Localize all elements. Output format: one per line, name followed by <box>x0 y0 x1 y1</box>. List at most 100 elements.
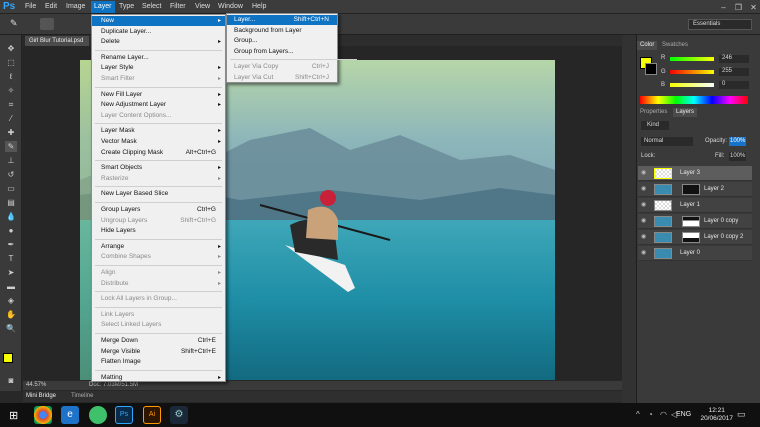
red-value-input[interactable]: 246 <box>719 55 749 63</box>
gradient-tool-icon[interactable]: ▤ <box>5 197 17 208</box>
menu-help[interactable]: Help <box>252 3 266 10</box>
restore-icon[interactable]: ❐ <box>734 3 743 12</box>
color-panel-background-swatch[interactable] <box>645 63 657 75</box>
shape-tool-icon[interactable]: ▬ <box>5 281 17 292</box>
dodge-tool-icon[interactable]: ● <box>5 225 17 236</box>
type-tool-icon[interactable]: T <box>5 253 17 264</box>
chrome-icon[interactable] <box>34 406 52 424</box>
3d-tool-icon[interactable]: ◈ <box>5 295 17 306</box>
pen-tool-icon[interactable]: ✒ <box>5 239 17 250</box>
menu-item-smart-objects[interactable]: Smart Objects ▸ <box>92 163 225 173</box>
menu-item-group-from-layers[interactable]: Group from Layers... <box>227 47 337 57</box>
menu-view[interactable]: View <box>195 3 210 10</box>
menu-item-smart-filter[interactable]: Smart Filter ▸ <box>92 74 225 84</box>
menu-edit[interactable]: Edit <box>45 3 57 10</box>
layer-row[interactable]: ◉ Layer 0 copy <box>638 214 752 229</box>
network-icon[interactable]: ◔ <box>648 410 653 419</box>
blur-tool-icon[interactable]: 💧 <box>5 211 17 222</box>
tab-color[interactable]: Color <box>637 41 658 50</box>
visibility-eye-icon[interactable]: ◉ <box>641 201 649 209</box>
menu-type[interactable]: Type <box>119 3 134 10</box>
menu-item-duplicate-layer[interactable]: Duplicate Layer... <box>92 27 225 37</box>
photoshop-taskbar-icon[interactable]: Ps <box>115 406 133 424</box>
brush-tool-icon[interactable]: ✎ <box>5 141 17 152</box>
visibility-eye-icon[interactable]: ◉ <box>641 233 649 241</box>
workspace-switcher[interactable]: Essentials <box>688 19 752 30</box>
menu-item-flatten-image[interactable]: Flatten Image <box>92 357 225 367</box>
fill-input[interactable]: 100% <box>729 152 746 161</box>
path-selection-tool-icon[interactable]: ➤ <box>5 267 17 278</box>
eyedropper-tool-icon[interactable]: ⁄ <box>5 113 17 124</box>
menu-item-rename-layer[interactable]: Rename Layer... <box>92 53 225 63</box>
menu-item-vector-mask[interactable]: Vector Mask ▸ <box>92 137 225 147</box>
minimize-icon[interactable]: – <box>719 3 728 12</box>
layer-filter-kind[interactable]: Kind <box>641 121 669 130</box>
illustrator-taskbar-icon[interactable]: Ai <box>143 406 161 424</box>
menu-item-layer-style[interactable]: Layer Style ▸ <box>92 63 225 73</box>
tab-properties[interactable]: Properties <box>637 108 670 117</box>
blend-mode-select[interactable]: Normal <box>641 137 693 146</box>
color-ramp[interactable] <box>640 96 748 104</box>
menu-item-merge-down[interactable]: Merge Down Ctrl+E <box>92 336 225 346</box>
menu-file[interactable]: File <box>25 3 36 10</box>
menu-item-group-layers[interactable]: Group Layers Ctrl+G <box>92 205 225 215</box>
menu-item-create-clipping-mask[interactable]: Create Clipping Mask Alt+Ctrl+G <box>92 148 225 158</box>
hand-tool-icon[interactable]: ✋ <box>5 309 17 320</box>
zoom-tool-icon[interactable]: 🔍 <box>5 323 17 334</box>
tab-timeline[interactable]: Timeline <box>71 393 93 399</box>
crop-tool-icon[interactable]: ⌗ <box>5 99 17 110</box>
document-tab[interactable]: Girl Blur Tutorial.psd <box>25 36 89 46</box>
menu-item-combine-shapes[interactable]: Combine Shapes ▸ <box>92 252 225 262</box>
menu-item-select-linked-layers[interactable]: Select Linked Layers <box>92 320 225 330</box>
menu-layer[interactable]: Layer <box>91 1 115 13</box>
tab-layers[interactable]: Layers <box>673 108 698 117</box>
menu-item-new-fill-layer[interactable]: New Fill Layer ▸ <box>92 90 225 100</box>
menu-item-layer-via-copy[interactable]: Layer Via Copy Ctrl+J <box>227 62 337 72</box>
menu-filter[interactable]: Filter <box>170 3 186 10</box>
foreground-color-swatch[interactable] <box>3 353 13 363</box>
lasso-tool-icon[interactable]: ℓ <box>5 71 17 82</box>
menu-item-group[interactable]: Group... <box>227 36 337 46</box>
zoom-level[interactable]: 44.57% <box>26 382 46 388</box>
internet-explorer-icon[interactable]: e <box>61 406 79 424</box>
menu-item-new[interactable]: New ▸ <box>92 16 225 26</box>
menu-item-hide-layers[interactable]: Hide Layers <box>92 226 225 236</box>
tray-chevron-icon[interactable]: ^ <box>636 410 640 419</box>
layer-row[interactable]: ◉ Layer 0 <box>638 246 752 261</box>
menu-item-align[interactable]: Align ▸ <box>92 268 225 278</box>
menu-item-layer[interactable]: Layer... Shift+Ctrl+N <box>227 15 337 25</box>
history-brush-tool-icon[interactable]: ↺ <box>5 169 17 180</box>
green-value-input[interactable]: 255 <box>719 68 749 76</box>
clone-stamp-tool-icon[interactable]: ⊥ <box>5 155 17 166</box>
move-tool-icon[interactable]: ✥ <box>5 43 17 54</box>
green-slider[interactable] <box>670 70 714 74</box>
visibility-eye-icon[interactable]: ◉ <box>641 185 649 193</box>
layer-row[interactable]: ◉ Layer 0 copy 2 <box>638 230 752 245</box>
menu-item-merge-visible[interactable]: Merge Visible Shift+Ctrl+E <box>92 347 225 357</box>
clock[interactable]: 12:21 20/06/2017 <box>700 407 733 423</box>
menu-item-lock-all-layers-in-group[interactable]: Lock All Layers in Group... <box>92 294 225 304</box>
visibility-eye-icon[interactable]: ◉ <box>641 169 649 177</box>
menu-window[interactable]: Window <box>218 3 243 10</box>
menu-item-layer-content-options[interactable]: Layer Content Options... <box>92 111 225 121</box>
menu-image[interactable]: Image <box>66 3 85 10</box>
layer-row[interactable]: ◉ Layer 2 <box>638 182 752 197</box>
menu-item-new-layer-based-slice[interactable]: New Layer Based Slice <box>92 189 225 199</box>
close-icon[interactable]: ✕ <box>749 3 758 12</box>
quick-select-tool-icon[interactable]: ✧ <box>5 85 17 96</box>
menu-item-arrange[interactable]: Arrange ▸ <box>92 242 225 252</box>
visibility-eye-icon[interactable]: ◉ <box>641 249 649 257</box>
menu-item-layer-mask[interactable]: Layer Mask ▸ <box>92 126 225 136</box>
notifications-icon[interactable]: ▭ <box>737 409 746 420</box>
app-icon-green[interactable] <box>89 406 107 424</box>
menu-item-rasterize[interactable]: Rasterize ▸ <box>92 174 225 184</box>
menu-item-delete[interactable]: Delete ▸ <box>92 37 225 47</box>
layer-row[interactable]: ◉ Layer 1 <box>638 198 752 213</box>
opacity-input[interactable]: 100% <box>729 137 746 146</box>
menu-select[interactable]: Select <box>142 3 161 10</box>
menu-item-link-layers[interactable]: Link Layers <box>92 310 225 320</box>
visibility-eye-icon[interactable]: ◉ <box>641 217 649 225</box>
menu-item-distribute[interactable]: Distribute ▸ <box>92 279 225 289</box>
eraser-tool-icon[interactable]: ▭ <box>5 183 17 194</box>
red-slider[interactable] <box>670 57 714 61</box>
